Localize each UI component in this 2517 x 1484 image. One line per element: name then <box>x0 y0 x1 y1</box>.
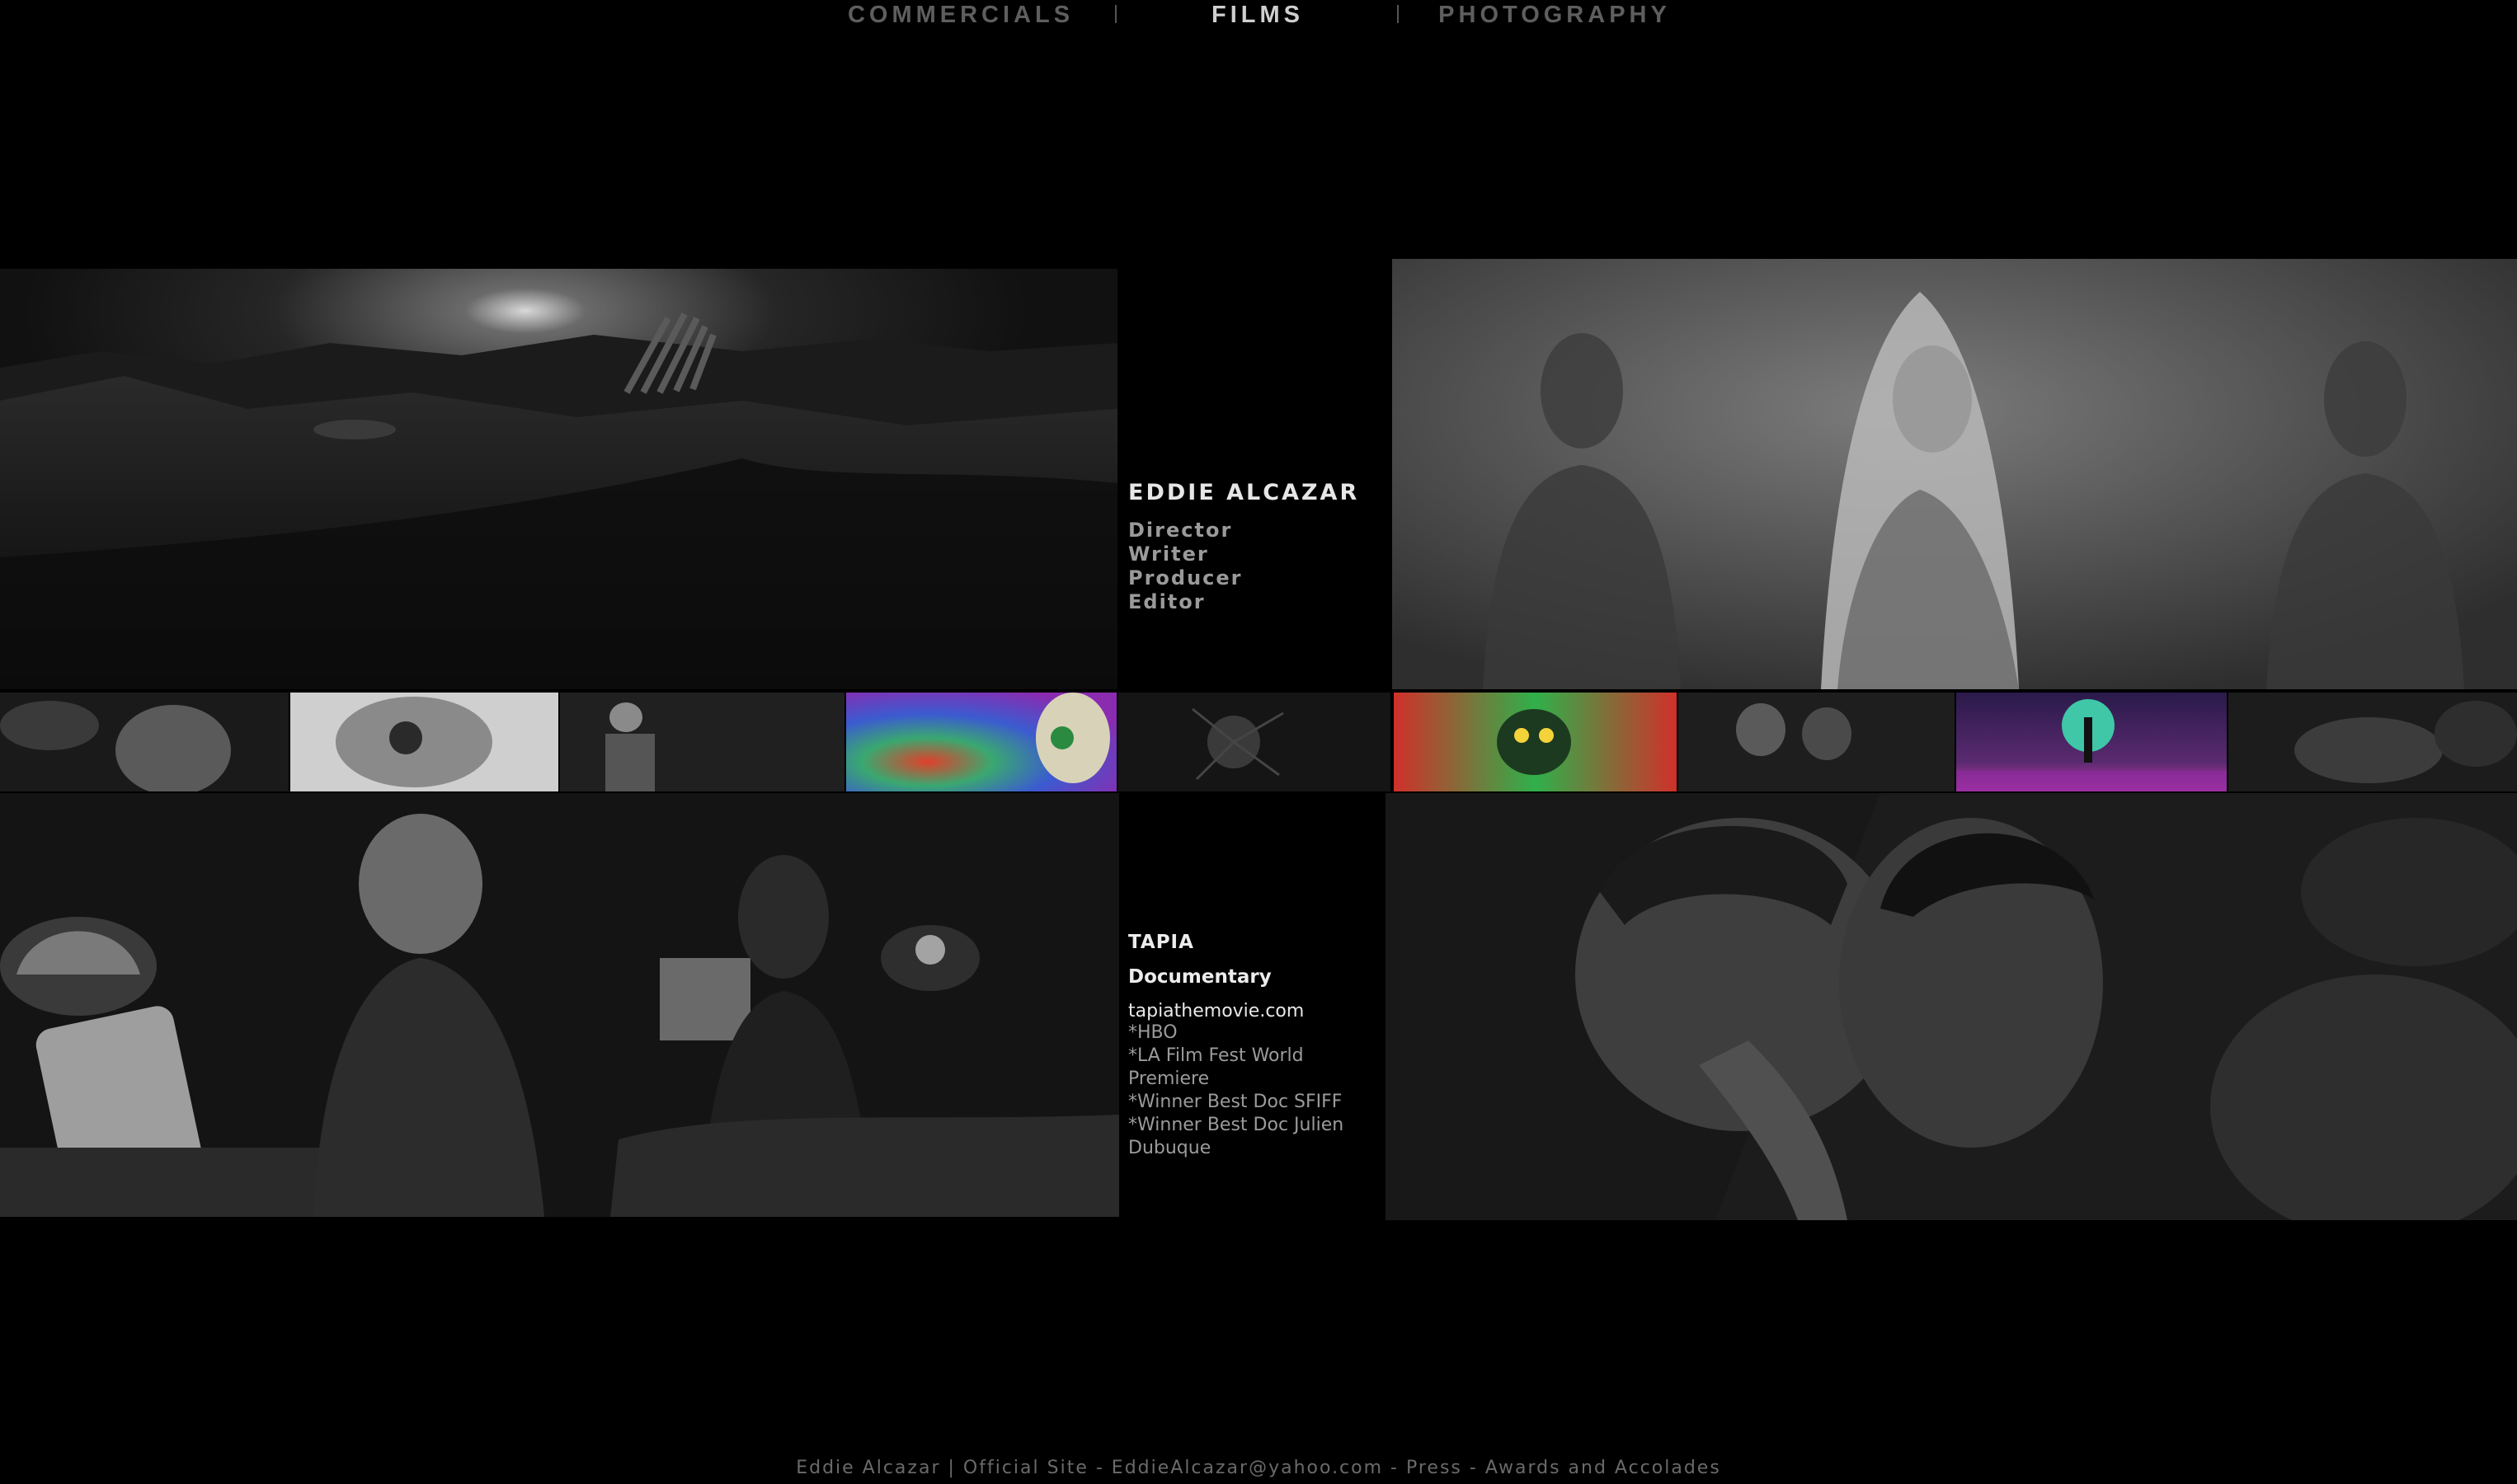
thumb-couple-kiss[interactable] <box>1678 693 1955 791</box>
footer-separator: - <box>1461 1458 1485 1478</box>
film-note-la-film-fest: *LA Film Fest World Premiere <box>1128 1045 1304 1089</box>
still-veiled-figure[interactable] <box>1392 259 2517 689</box>
footer-awards-link[interactable]: Awards and Accolades <box>1485 1458 1721 1478</box>
film-website-link[interactable]: tapiathemovie.com <box>1128 1001 1376 1021</box>
thumb-eye-closeup[interactable] <box>290 693 558 791</box>
footer-separator: - <box>1088 1458 1112 1478</box>
nav-films[interactable]: FILMS <box>1188 0 1328 30</box>
film-note-sfiff: *Winner Best Doc SFIFF <box>1128 1092 1343 1112</box>
film-title: TAPIA <box>1128 932 1194 953</box>
role-director: Director <box>1128 519 1233 542</box>
footer-name: Eddie Alcazar <box>796 1458 941 1478</box>
film-genre: Documentary <box>1128 966 1272 988</box>
film-note-julien-dubuque: *Winner Best Doc Julien Dubuque <box>1128 1115 1344 1158</box>
top-nav: COMMERCIALS FILMS PHOTOGRAPHY <box>0 0 2517 33</box>
thumb-bodies[interactable] <box>2228 693 2517 791</box>
footer-separator: - <box>1383 1458 1406 1478</box>
nav-photography[interactable]: PHOTOGRAPHY <box>1435 0 1674 30</box>
footer-email-link[interactable]: EddieAlcazar@yahoo.com <box>1112 1458 1383 1478</box>
thumb-man-in-room[interactable] <box>560 693 844 791</box>
footer: Eddie Alcazar | Official Site - EddieAlc… <box>0 1458 2517 1478</box>
thumb-space-portal[interactable] <box>1956 693 2227 791</box>
nav-separator <box>1397 5 1399 23</box>
film-note-hbo: *HBO <box>1128 1022 1178 1043</box>
thumb-creature[interactable] <box>1118 693 1390 791</box>
footer-press-link[interactable]: Press <box>1406 1458 1462 1478</box>
role-editor: Editor <box>1128 590 1206 613</box>
still-bedroom-scene[interactable] <box>0 793 1119 1217</box>
nav-commercials[interactable]: COMMERCIALS <box>841 0 1080 30</box>
thumb-psychedelic-swirl[interactable] <box>846 693 1117 791</box>
profile-name: EDDIE ALCAZAR <box>1128 480 1360 505</box>
role-writer: Writer <box>1128 542 1209 566</box>
role-producer: Producer <box>1128 566 1243 589</box>
thumb-screaming-man[interactable] <box>0 693 289 791</box>
still-desert-landscape[interactable] <box>0 269 1117 689</box>
nav-separator <box>1115 5 1117 23</box>
thumbnail-strip <box>0 693 2517 791</box>
profile-info: EDDIE ALCAZAR Director Writer Producer E… <box>1128 480 1392 614</box>
film-info: TAPIA Documentary tapiathemovie.com *HBO… <box>1128 932 1376 1160</box>
thumb-neon-monkey[interactable] <box>1394 693 1677 791</box>
still-kissing-couple[interactable] <box>1386 793 2517 1220</box>
footer-official-site-link[interactable]: Official Site <box>963 1458 1089 1478</box>
footer-separator: | <box>940 1458 963 1478</box>
